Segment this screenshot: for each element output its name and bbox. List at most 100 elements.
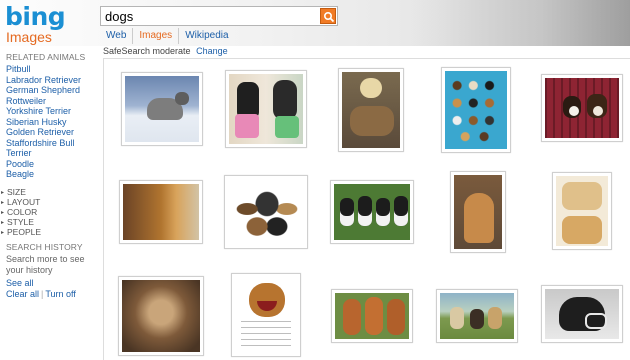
safesearch-change-link[interactable]: Change: [196, 46, 228, 56]
bing-images-page: bing Images Web Images Wikipedia SafeSea…: [0, 0, 630, 360]
image-thumbnail[interactable]: [552, 172, 612, 250]
dog-shape: [175, 92, 189, 105]
scope-tabs: Web Images Wikipedia: [100, 28, 235, 44]
image-thumbnail[interactable]: [541, 285, 623, 343]
dog-shape: [470, 309, 484, 329]
history-links: See all Clear all | Turn off: [6, 278, 76, 300]
three-vizslas-image: [335, 293, 409, 339]
filter-layout[interactable]: ▸ LAYOUT: [1, 197, 41, 207]
search-icon: [323, 11, 335, 23]
tab-wikipedia[interactable]: Wikipedia: [178, 28, 234, 44]
caption-lines: [241, 321, 291, 349]
dog-shape: [569, 106, 579, 116]
dog-shape: [273, 80, 297, 120]
search-button[interactable]: [320, 8, 336, 24]
dog-shape: [350, 106, 394, 136]
sitting-golden-dog-image: [454, 175, 502, 249]
dog-breeds-chart-image: [445, 71, 507, 149]
search-input[interactable]: [105, 8, 315, 24]
cartoon-dog-crazy-image: [235, 277, 297, 353]
dog-shape: [593, 106, 603, 116]
bing-logo[interactable]: bing: [5, 2, 66, 31]
related-animals-heading: RELATED ANIMALS: [6, 52, 86, 62]
image-thumbnail[interactable]: [231, 273, 301, 357]
dog-shape: [365, 297, 383, 335]
image-thumbnail[interactable]: [121, 72, 203, 146]
related-link[interactable]: Poodle: [6, 159, 96, 170]
related-link[interactable]: Siberian Husky: [6, 117, 96, 128]
expand-arrow-icon: ▸: [1, 230, 5, 236]
husky-puppy-snow-image: [125, 76, 199, 142]
turn-off-link[interactable]: Turn off: [45, 289, 76, 299]
dog-shape: [343, 299, 361, 335]
dog-shape: [340, 198, 354, 226]
search-history: SEARCH HISTORY Search more to see your h…: [6, 242, 96, 276]
dog-shape: [358, 196, 372, 226]
image-thumbnail[interactable]: [338, 68, 404, 152]
filters: ▸ SIZE ▸ LAYOUT ▸ COLOR ▸ STYLE ▸ PEOPLE: [1, 187, 41, 237]
dog-shape: [562, 182, 602, 210]
related-link[interactable]: Labrador Retriever: [6, 75, 96, 86]
separator: |: [41, 288, 44, 299]
image-thumbnail[interactable]: [118, 276, 204, 356]
puppies-in-crate-image: [545, 78, 619, 138]
related-link[interactable]: Staffordshire Bull Terrier: [6, 138, 96, 159]
border-collies-row-image: [334, 184, 410, 240]
image-thumbnail[interactable]: [224, 175, 308, 249]
filter-people[interactable]: ▸ PEOPLE: [1, 227, 41, 237]
section-title: Images: [6, 29, 52, 45]
dog-shape: [275, 116, 299, 138]
dog-shape: [450, 307, 464, 329]
dog-with-muzzle-image: [545, 289, 619, 339]
related-link[interactable]: Yorkshire Terrier: [6, 106, 96, 117]
search-history-note: Search more to see your history: [6, 254, 85, 275]
search-box: [100, 6, 338, 26]
image-thumbnail[interactable]: [225, 70, 307, 148]
image-thumbnail[interactable]: [436, 289, 518, 343]
image-thumbnail[interactable]: [119, 180, 203, 244]
dog-shape: [562, 216, 602, 244]
yorkie-closeup-image: [123, 184, 199, 240]
filter-style[interactable]: ▸ STYLE: [1, 217, 41, 227]
sidebar: RELATED ANIMALS Pitbull Labrador Retriev…: [1, 52, 96, 299]
image-results: [103, 58, 630, 360]
crate-bars: [545, 78, 619, 138]
related-link[interactable]: Beagle: [6, 169, 96, 180]
filter-color[interactable]: ▸ COLOR: [1, 207, 41, 217]
dog-shape: [387, 299, 405, 335]
tab-web[interactable]: Web: [100, 28, 132, 44]
image-thumbnail[interactable]: [450, 171, 506, 253]
search-history-heading: SEARCH HISTORY: [6, 242, 83, 252]
breed-grid: [449, 75, 503, 145]
image-thumbnail[interactable]: [330, 180, 414, 244]
group-of-dogs-image: [228, 179, 304, 245]
shaggy-dog-face-image: [122, 280, 200, 352]
filter-size[interactable]: ▸ SIZE: [1, 187, 41, 197]
dogs-cluster: [234, 189, 300, 239]
related-link[interactable]: Golden Retriever: [6, 127, 96, 138]
woman-holding-puppies-image: [342, 72, 400, 148]
related-link[interactable]: Rottweiler: [6, 96, 96, 107]
expand-arrow-icon: ▸: [1, 210, 5, 216]
dogs-in-field-image: [440, 293, 514, 339]
related-link[interactable]: German Shepherd: [6, 85, 96, 96]
dog-shape: [376, 198, 390, 226]
see-all-link[interactable]: See all: [6, 278, 76, 289]
dog-shape: [394, 196, 408, 226]
expand-arrow-icon: ▸: [1, 190, 5, 196]
dog-shape: [249, 283, 285, 317]
dog-shape: [488, 307, 502, 329]
expand-arrow-icon: ▸: [1, 200, 5, 206]
header: bing Images Web Images Wikipedia: [0, 0, 630, 46]
dog-shape: [464, 193, 494, 243]
image-thumbnail[interactable]: [541, 74, 623, 142]
safesearch-label: SafeSearch moderate: [103, 46, 191, 56]
clear-all-link[interactable]: Clear all: [6, 289, 39, 299]
person-shape: [360, 78, 382, 98]
related-link[interactable]: Pitbull: [6, 64, 96, 75]
image-thumbnail[interactable]: [331, 289, 413, 343]
image-thumbnail[interactable]: [441, 67, 511, 153]
safesearch-bar: SafeSearch moderate Change: [103, 46, 228, 56]
tab-images[interactable]: Images: [132, 28, 178, 44]
expand-arrow-icon: ▸: [1, 220, 5, 226]
